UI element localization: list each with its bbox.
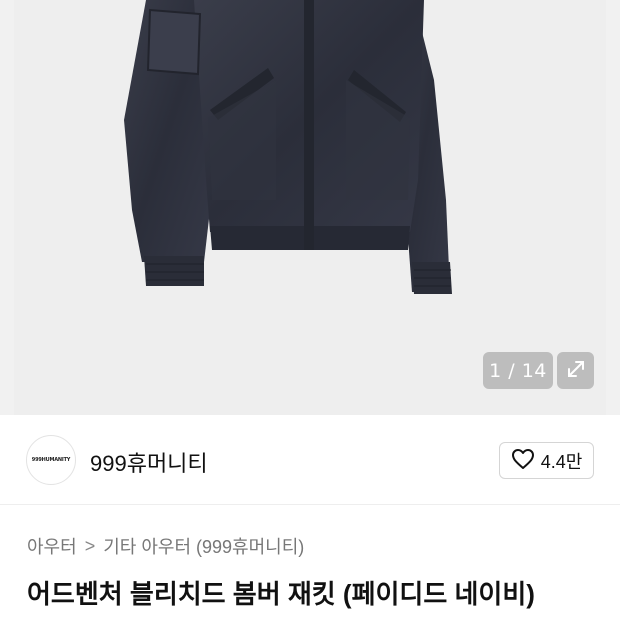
breadcrumb: 아우터 > 기타 아우터 (999휴머니티) [27,533,304,559]
like-count: 4.4만 [540,451,583,472]
store-info-row: 999HUMANITY 999휴머니티 4.4만 [0,415,620,505]
image-page-counter: 1 / 14 [483,352,553,389]
breadcrumb-separator: > [84,535,96,556]
expand-arrows-icon [565,358,587,384]
image-page-counter-text: 1 / 14 [489,359,547,382]
expand-image-button[interactable] [557,352,594,389]
store-logo[interactable]: 999HUMANITY [26,435,76,485]
store-name[interactable]: 999휴머니티 [90,446,208,478]
product-image-gallery[interactable]: 1 / 14 [0,0,620,415]
breadcrumb-item-other-outer[interactable]: 기타 아우터 (999휴머니티) [103,533,304,559]
store-logo-text: 999HUMANITY [31,457,71,463]
heart-outline-icon [511,448,535,474]
product-title: 어드벤처 블리치드 봄버 재킷 (페이디드 네이비) [27,579,535,609]
like-button[interactable]: 4.4만 [499,442,594,479]
breadcrumb-item-outer[interactable]: 아우터 [27,533,77,559]
